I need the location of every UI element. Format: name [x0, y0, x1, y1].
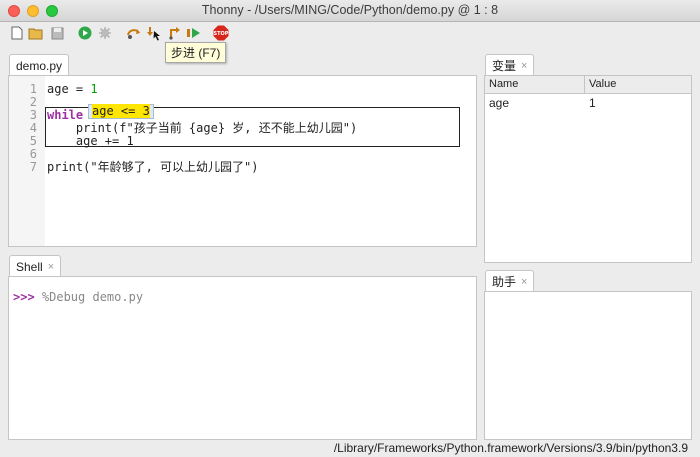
toolbar: STOP: [0, 22, 700, 44]
save-icon[interactable]: [49, 25, 65, 41]
tab-variables[interactable]: 变量 ×: [485, 54, 535, 76]
close-icon[interactable]: ×: [521, 276, 527, 288]
code-line-7: print("年龄够了, 可以上幼儿园了"): [47, 160, 259, 174]
shell-line: >>> %Debug demo.py: [13, 290, 143, 304]
code-number: 1: [90, 82, 98, 96]
title-bar: Thonny - /Users/MING/Code/Python/demo.py…: [0, 0, 700, 22]
shell-command: %Debug demo.py: [34, 290, 144, 304]
variables-table-header: Name Value: [485, 76, 691, 94]
code-operator: =: [68, 82, 91, 96]
variables-table: Name Value age 1: [485, 76, 691, 111]
debug-icon[interactable]: [97, 25, 113, 41]
variables-pane: Name Value age 1: [484, 75, 692, 263]
code-line-1: age = 1: [47, 83, 98, 96]
tab-demo-py[interactable]: demo.py: [9, 54, 70, 76]
line-number: 7: [29, 160, 37, 174]
column-header-value[interactable]: Value: [585, 76, 691, 93]
close-icon[interactable]: ×: [48, 261, 54, 273]
new-file-icon[interactable]: [9, 25, 25, 41]
assistant-pane: [484, 291, 692, 440]
toolbar-tooltip: 步进 (F7): [165, 42, 227, 63]
open-folder-icon[interactable]: [28, 25, 44, 41]
table-row[interactable]: age 1: [485, 94, 691, 111]
code-line-5: age += 1: [47, 134, 134, 148]
code-identifier: age: [47, 82, 69, 96]
evaluation-box: age <= 3: [88, 104, 154, 119]
editor-pane[interactable]: 1 2 3 4 5 6 7 age = 1 while age <= 3 pri…: [8, 75, 477, 247]
tab-label: 助手: [492, 275, 517, 289]
run-icon[interactable]: [77, 25, 93, 41]
evaluated-expression: age <= 3: [92, 104, 150, 118]
tab-label: 变量: [492, 59, 517, 73]
tab-label: demo.py: [16, 58, 63, 73]
tab-label: Shell: [16, 259, 43, 274]
variable-name: age: [489, 96, 510, 110]
column-header-name[interactable]: Name: [485, 76, 585, 93]
resume-icon[interactable]: [186, 25, 202, 41]
variable-value: 1: [589, 96, 596, 110]
tab-shell[interactable]: Shell ×: [9, 255, 62, 277]
status-bar: /Library/Frameworks/Python.framework/Ver…: [0, 440, 700, 457]
stop-icon[interactable]: STOP: [211, 25, 231, 41]
step-into-icon[interactable]: [146, 25, 162, 41]
step-over-icon[interactable]: [126, 25, 142, 41]
svg-text:STOP: STOP: [214, 31, 229, 37]
tab-assistant[interactable]: 助手 ×: [485, 270, 535, 292]
interpreter-path[interactable]: /Library/Frameworks/Python.framework/Ver…: [334, 441, 688, 455]
shell-pane[interactable]: >>> %Debug demo.py: [8, 276, 477, 440]
line-number-gutter: 1 2 3 4 5 6 7: [9, 76, 45, 246]
window-title: Thonny - /Users/MING/Code/Python/demo.py…: [201, 3, 499, 17]
shell-prompt: >>>: [13, 290, 35, 304]
step-out-icon[interactable]: [167, 25, 183, 41]
close-icon[interactable]: ×: [521, 60, 527, 72]
